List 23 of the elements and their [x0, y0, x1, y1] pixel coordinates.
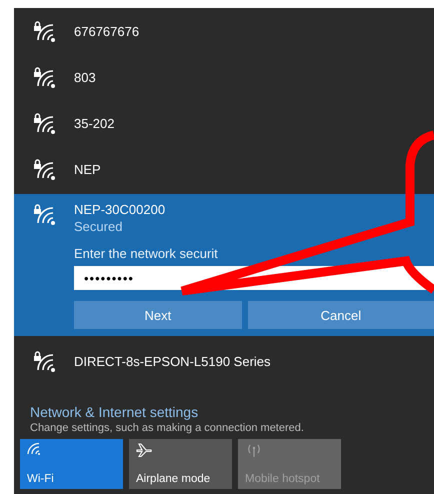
network-name: 803	[74, 70, 96, 84]
settings-link[interactable]: Network & Internet settings	[30, 404, 434, 420]
network-item[interactable]: NEP	[14, 146, 434, 192]
network-name: 676767676	[74, 24, 140, 38]
network-name: NEP-30C00200	[74, 202, 166, 217]
network-name: 35-202	[74, 116, 114, 130]
network-item[interactable]: 35-202	[14, 100, 434, 146]
quick-action-tile[interactable]: Wi-Fi	[20, 439, 123, 489]
selected-network-item[interactable]: NEP-30C00200 Secured Enter the network securit ••••••••• Next Cancel	[14, 194, 434, 336]
security-key-label: Enter the network securit	[74, 246, 219, 261]
hotspot-icon	[245, 443, 263, 457]
network-item[interactable]: 676767676	[14, 8, 434, 54]
network-name: DIRECT-8s-EPSON-L5190 Series	[74, 354, 271, 368]
network-status: Secured	[74, 219, 124, 234]
network-item[interactable]: DIRECT-8s-EPSON-L5190 Series	[14, 338, 434, 384]
wifi-icon	[27, 443, 41, 455]
network-item[interactable]: 803	[14, 54, 434, 100]
network-name: NEP	[74, 162, 101, 176]
settings-description: Change settings, such as making a connection metered.	[30, 422, 305, 434]
airplane-icon	[136, 443, 154, 457]
dialog-button[interactable]: Next	[74, 301, 242, 329]
dialog-button[interactable]: Cancel	[248, 301, 434, 329]
quick-action-tile[interactable]: Airplane mode	[129, 439, 232, 489]
